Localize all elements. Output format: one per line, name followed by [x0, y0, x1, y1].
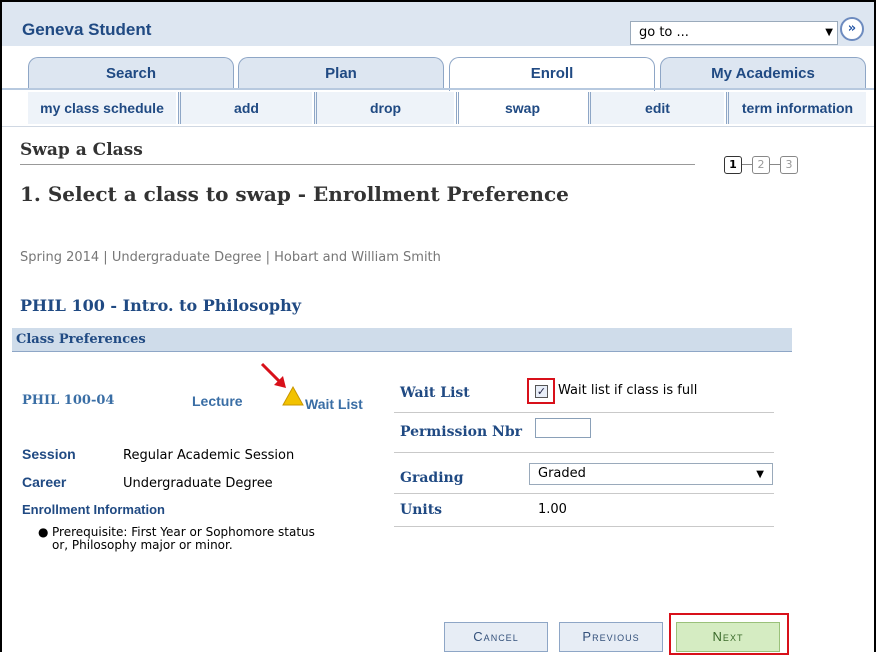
- step-heading: 1. Select a class to swap - Enrollment P…: [20, 182, 569, 206]
- subnav-label: term information: [741, 100, 854, 116]
- subnav-edit[interactable]: edit: [588, 92, 724, 124]
- tab-divider: [2, 88, 874, 90]
- class-title: PHIL 100 - Intro. to Philosophy: [20, 296, 302, 315]
- app-title: Geneva Student: [22, 20, 152, 39]
- subnav-drop[interactable]: drop: [314, 92, 454, 124]
- tab-search[interactable]: Search: [28, 57, 234, 89]
- next-button-highlight: [669, 613, 789, 655]
- tab-label: Plan: [325, 65, 357, 82]
- waitlist-checkbox-label: Wait list if class is full: [558, 383, 698, 398]
- subnav-label: drop: [369, 100, 402, 116]
- class-code: PHIL 100-04: [22, 393, 115, 408]
- subnav-label: add: [234, 100, 259, 116]
- session-label: Session: [22, 446, 76, 462]
- prerequisite-text: Prerequisite: First Year or Sophomore st…: [52, 525, 315, 552]
- prerequisite-item: ● Prerequisite: First Year or Sophomore …: [38, 526, 318, 552]
- waitlist-label: Wait List: [400, 385, 470, 401]
- waitlist-status: Wait List: [305, 396, 363, 412]
- subnav-label: edit: [645, 100, 670, 116]
- cancel-button[interactable]: Cancel: [444, 622, 548, 652]
- form-divider: [394, 526, 774, 527]
- units-label: Units: [400, 502, 443, 518]
- tab-plan[interactable]: Plan: [238, 57, 444, 89]
- subnav-my-class-schedule[interactable]: my class schedule: [28, 92, 176, 124]
- session-value: Regular Academic Session: [123, 448, 295, 463]
- page-title: Swap a Class: [20, 140, 143, 160]
- career-label: Career: [22, 474, 67, 490]
- previous-button[interactable]: Previous: [559, 622, 663, 652]
- subnav-swap[interactable]: swap: [456, 92, 586, 124]
- goto-value: go to ...: [639, 25, 689, 40]
- subnav-term-information[interactable]: term information: [726, 92, 866, 124]
- tab-label: Enroll: [530, 65, 574, 82]
- subnav-label: swap: [504, 100, 540, 116]
- warning-icon: [282, 386, 304, 406]
- permission-nbr-input[interactable]: [535, 418, 591, 438]
- waitlist-checkbox-highlight: ✓: [527, 378, 555, 404]
- form-divider: [394, 452, 774, 453]
- chevron-down-icon: ▼: [756, 469, 764, 480]
- subnav-label: my class schedule: [40, 100, 164, 116]
- subnav-divider: [2, 126, 874, 127]
- class-type: Lecture: [192, 393, 243, 409]
- enrollment-info-label: Enrollment Information: [22, 502, 165, 517]
- grading-value: Graded: [538, 466, 586, 481]
- goto-dropdown[interactable]: go to ... ▼: [630, 21, 838, 45]
- chevron-down-icon: ▼: [825, 27, 833, 38]
- grading-label: Grading: [400, 470, 464, 486]
- term-info: Spring 2014 | Undergraduate Degree | Hob…: [20, 250, 441, 265]
- form-divider: [394, 493, 774, 494]
- bullet-icon: ●: [38, 525, 49, 539]
- form-divider: [394, 412, 774, 413]
- tab-enroll[interactable]: Enroll: [449, 57, 655, 91]
- title-divider: [20, 164, 695, 165]
- class-preferences-header: Class Preferences: [12, 328, 792, 352]
- step-indicator-1: 1: [724, 156, 742, 174]
- step-connector: [742, 164, 752, 165]
- tab-label: Search: [105, 65, 157, 82]
- header-bar: Geneva Student go to ... ▼ »: [2, 2, 874, 46]
- section-title: Class Preferences: [16, 332, 146, 347]
- career-value: Undergraduate Degree: [123, 476, 273, 491]
- units-value: 1.00: [538, 502, 567, 517]
- subnav-add[interactable]: add: [178, 92, 312, 124]
- waitlist-checkbox[interactable]: ✓: [535, 385, 548, 398]
- step-indicator-2: 2: [752, 156, 770, 174]
- tab-label: My Academics: [711, 65, 815, 82]
- tab-my-academics[interactable]: My Academics: [660, 57, 866, 89]
- permission-nbr-label: Permission Nbr: [400, 424, 523, 440]
- step-indicator-3: 3: [780, 156, 798, 174]
- goto-arrow-icon[interactable]: »: [840, 17, 864, 41]
- step-connector: [770, 164, 780, 165]
- grading-dropdown[interactable]: Graded ▼: [529, 463, 773, 485]
